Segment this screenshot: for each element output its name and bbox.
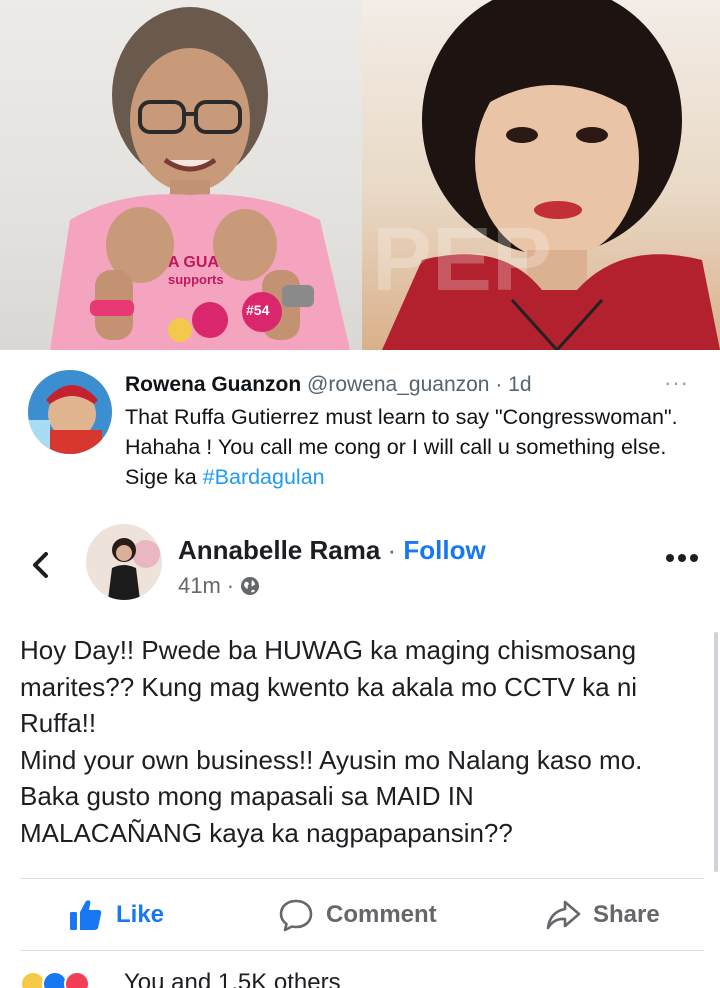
avatar-image <box>86 524 162 600</box>
reaction-icons <box>20 969 110 988</box>
photo-left[interactable]: A GUA supports #54 <box>0 0 362 350</box>
post-line-6: MALACAÑANG kaya ka nagpapapansin?? <box>20 817 513 848</box>
tweet-header: Rowena Guanzon @rowena_guanzon · 1d <box>125 372 532 398</box>
header-photos: A GUA supports #54 PEP <box>0 0 720 350</box>
woman-portrait-illustration: PEP <box>372 0 720 350</box>
post-author-separator: · <box>380 535 404 565</box>
woman-boxing-pose-illustration <box>50 7 350 350</box>
post-message: Hoy Day!! Pwede ba HUWAG ka maging chism… <box>20 632 708 851</box>
tweet-timestamp[interactable]: 1d <box>508 373 531 396</box>
post-author-avatar[interactable] <box>86 524 162 600</box>
tweet-handle[interactable]: @rowena_guanzon <box>307 373 489 396</box>
comment-label: Comment <box>326 901 437 928</box>
post-meta: 41m · <box>178 572 260 600</box>
globe-icon <box>241 577 260 595</box>
watermark-shape: PEP <box>372 210 552 310</box>
tweet-text: That Ruffa Gutierrez must learn to say "… <box>125 402 705 492</box>
post-line-5: Baka gusto mong mapasali sa MAID IN <box>20 781 474 811</box>
post-action-bar: Like Comment Share <box>0 880 720 950</box>
comment-button[interactable]: Comment <box>278 880 437 950</box>
photo-right[interactable]: PEP <box>362 0 720 350</box>
post-meta-separator: · <box>226 573 235 598</box>
post-header: Annabelle Rama · Follow 41m · <box>0 518 720 608</box>
post-line-2: marites?? Kung mag kwento ka akala mo CC… <box>20 671 638 702</box>
follow-button[interactable]: Follow <box>403 535 485 565</box>
tweet-separator: · <box>495 373 503 396</box>
share-button[interactable]: Share <box>545 880 660 950</box>
tweet-author-name[interactable]: Rowena Guanzon <box>125 373 301 396</box>
embedded-tweet[interactable]: Rowena Guanzon @rowena_guanzon · 1d ··· … <box>0 350 720 510</box>
avatar-image <box>28 370 112 454</box>
share-arrow-icon <box>546 900 581 930</box>
scrollbar[interactable] <box>714 632 718 872</box>
like-label: Like <box>116 901 165 928</box>
reactions-count: You and 1.5K others <box>124 969 341 988</box>
tweet-avatar[interactable] <box>28 370 112 454</box>
tweet-hashtag-link[interactable]: #Bardagulan <box>203 465 325 489</box>
love-icon <box>64 971 90 988</box>
divider-bottom <box>20 950 704 951</box>
post-more-options-icon[interactable] <box>664 552 700 564</box>
post-line-4: Mind your own business!! Ayusin mo Nalan… <box>20 744 643 775</box>
divider-top <box>20 878 704 879</box>
post-timestamp[interactable]: 41m <box>178 572 221 600</box>
post-line-3: Ruffa!! <box>20 708 97 738</box>
post-author-line: Annabelle Rama · Follow <box>178 534 486 566</box>
shirt-text-line2: supports <box>168 272 224 287</box>
shirt-text-line1: A GUA <box>168 254 219 271</box>
like-button[interactable]: Like <box>68 880 164 950</box>
shirt-badge: #54 <box>246 302 270 318</box>
comment-bubble-icon <box>279 899 313 932</box>
thumbs-up-icon <box>70 900 102 930</box>
tweet-more-icon[interactable]: ··· <box>664 370 689 396</box>
reactions-summary[interactable]: You and 1.5K others <box>20 968 341 988</box>
post-line-1: Hoy Day!! Pwede ba HUWAG ka maging chism… <box>20 635 637 665</box>
post-author-name[interactable]: Annabelle Rama <box>178 535 380 565</box>
share-label: Share <box>593 901 660 928</box>
back-chevron-icon[interactable] <box>28 548 52 582</box>
